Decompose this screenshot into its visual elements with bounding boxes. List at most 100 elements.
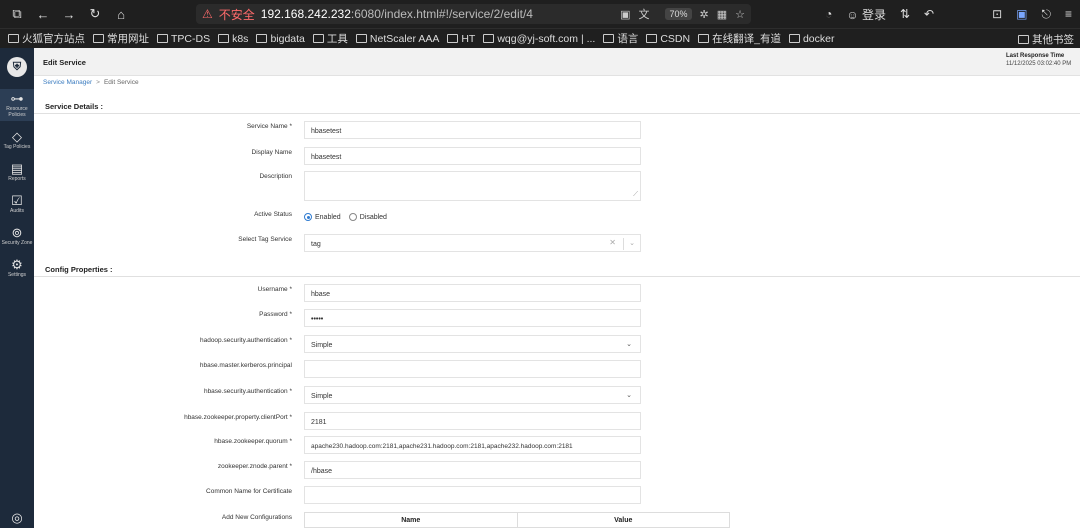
bookmark-item[interactable]: NetScaler AAA: [355, 33, 439, 45]
security-zone-icon: ⊚: [11, 225, 23, 240]
sidebar-item-audits[interactable]: ☑ Audits: [0, 191, 34, 217]
enabled-radio[interactable]: [304, 213, 312, 221]
bookmark-item[interactable]: docker: [788, 32, 835, 45]
zk-port-label: hbase.zookeeper.property.clientPort *: [184, 414, 292, 421]
username-input[interactable]: hbase: [304, 284, 641, 302]
zk-parent-label: zookeeper.znode.parent *: [217, 463, 292, 470]
url-path: :6080/index.html#!/service/2/edit/4: [350, 7, 533, 21]
folder-icon: [698, 34, 710, 43]
chevron-down-icon[interactable]: ⌄: [626, 391, 632, 399]
bookmark-item[interactable]: 常用网址: [93, 31, 149, 46]
address-bar[interactable]: ⚠ 不安全 192.168.242.232:6080/index.html#!/…: [196, 4, 751, 24]
sidebar-item-tag-policies[interactable]: ◇ Tag Policies: [0, 127, 34, 153]
bookmark-label: 在线翻译_有道: [712, 33, 781, 45]
forward-icon[interactable]: →: [60, 5, 78, 23]
bookmark-item[interactable]: k8s: [218, 33, 248, 45]
last-response: Last Response Time 11/12/2025 03:02:40 P…: [1006, 53, 1078, 67]
bookmark-item[interactable]: 工具: [312, 31, 348, 46]
zk-parent-input[interactable]: /hbase: [304, 461, 641, 479]
bookmark-item[interactable]: 火狐官方站点: [8, 31, 85, 46]
service-name-label: Service Name *: [246, 123, 292, 130]
translate-icon[interactable]: 文: [638, 6, 649, 22]
zoom-level[interactable]: 70%: [665, 8, 692, 20]
password-input[interactable]: •••••: [304, 309, 641, 327]
bookmark-label: bigdata: [270, 32, 305, 45]
resource-policies-icon: ⊶: [10, 91, 24, 106]
clear-icon[interactable]: ✕: [609, 238, 616, 247]
bookmark-item[interactable]: 在线翻译_有道: [698, 31, 781, 46]
service-name-input[interactable]: hbasetest: [304, 121, 641, 139]
bookmark-item[interactable]: TPC-DS: [157, 33, 210, 45]
undo-icon[interactable]: ↶: [924, 7, 934, 21]
chevron-down-icon[interactable]: ⌄: [629, 239, 635, 247]
sidebar-item-label: Tag Policies: [3, 144, 31, 150]
extension-badge-icon[interactable]: ▣: [1016, 7, 1027, 21]
zk-port-input[interactable]: 2181: [304, 412, 641, 430]
display-name-row: Display Name hbasetest: [34, 147, 1080, 167]
last-response-label: Last Response Time: [1006, 53, 1065, 59]
last-response-time: 11/12/2025 03:02:40 PM: [1006, 61, 1072, 67]
profile-button[interactable]: ☺ 登录: [846, 6, 886, 23]
username-row: Username * hbase: [34, 284, 1080, 304]
bookmark-label: HT: [461, 32, 476, 45]
insecure-icon[interactable]: ⚠: [202, 7, 213, 21]
zk-quorum-row: hbase.zookeeper.quorum * apache230.hadoo…: [34, 436, 1080, 456]
resize-grip-icon[interactable]: ⟋: [633, 191, 638, 199]
common-name-input[interactable]: [304, 486, 641, 504]
bookmark-item[interactable]: 语言: [603, 31, 638, 46]
sidebar-item-security-zone[interactable]: ⊚ Security Zone: [0, 223, 34, 249]
enabled-label[interactable]: Enabled: [315, 214, 341, 221]
disabled-radio[interactable]: [348, 213, 357, 221]
qr-code-icon[interactable]: ▦: [717, 8, 727, 21]
sidebar-item-reports[interactable]: ▤ Reports: [0, 159, 34, 185]
tag-service-select[interactable]: tag ✕ ⌄: [304, 234, 641, 252]
config-col-value: Value: [614, 517, 633, 524]
reload-icon[interactable]: ↻: [86, 5, 104, 23]
insecure-label: 不安全: [218, 7, 255, 22]
description-textarea[interactable]: ⟋: [304, 171, 641, 201]
bookmark-item[interactable]: CSDN: [646, 33, 690, 45]
folder-icon: [603, 34, 615, 43]
chevron-down-icon[interactable]: ⌄: [626, 340, 632, 348]
bookmark-item[interactable]: bigdata: [256, 32, 305, 45]
sidebar-item-label: Settings: [7, 272, 27, 278]
sidebar-item-settings[interactable]: ⚙ Settings: [0, 255, 34, 281]
bookmark-label: docker: [802, 32, 835, 45]
hbase-principal-input[interactable]: [304, 360, 641, 378]
other-bookmarks[interactable]: 其他书签: [1018, 32, 1074, 47]
bookmark-item[interactable]: wqg@yj-soft.com | ...: [483, 33, 595, 45]
config-properties-header: Config Properties :: [34, 261, 1080, 277]
bookmarks-bar: 火狐官方站点 常用网址 TPC-DS k8s bigdata 工具 NetScaler AA…: [0, 28, 1080, 48]
hadoop-auth-select[interactable]: Simple ⌄: [304, 335, 641, 353]
pin-icon[interactable]: ⇅: [900, 7, 910, 21]
user-profile-icon[interactable]: ◎: [0, 510, 34, 526]
hbase-principal-row: hbase.master.kerberos.principal: [34, 360, 1080, 380]
ranger-logo-icon[interactable]: ⛨: [7, 57, 27, 77]
config-table-header: Name Value: [304, 512, 730, 528]
screenshot-icon[interactable]: ⊡: [992, 7, 1002, 21]
folder-icon: [157, 34, 168, 43]
back-icon[interactable]: ←: [34, 5, 52, 23]
hbase-auth-select[interactable]: Simple ⌄: [304, 386, 641, 404]
sidebar-item-resource-policies[interactable]: ⊶ Resource Policies: [0, 89, 34, 121]
zk-quorum-input[interactable]: apache230.hadoop.com:2181,apache231.hado…: [304, 436, 641, 454]
browser-toolbar: ⧉ ← → ↻ ⌂ ⚠ 不安全 192.168.242.232:6080/ind…: [0, 0, 1080, 28]
display-name-input[interactable]: hbasetest: [304, 147, 641, 165]
service-name-row: Service Name * hbasetest: [34, 121, 1080, 141]
disabled-label[interactable]: Disabled: [360, 214, 387, 221]
common-name-row: Common Name for Certificate: [34, 486, 1080, 506]
menu-icon[interactable]: ≡: [1065, 7, 1072, 21]
timer-icon[interactable]: ◔: [825, 7, 832, 21]
home-icon[interactable]: ⌂: [112, 5, 130, 23]
tag-service-label: Select Tag Service: [238, 236, 292, 243]
reader-view-icon[interactable]: ▣: [620, 8, 630, 21]
bookmark-label: 火狐官方站点: [22, 33, 85, 45]
sidebar-item-label: Audits: [10, 208, 24, 214]
extension-icon[interactable]: ✲: [700, 8, 709, 21]
breadcrumb-service-manager[interactable]: Service Manager: [43, 79, 92, 86]
folder-icon: [93, 34, 104, 43]
bookmark-item[interactable]: HT: [447, 33, 475, 45]
bookmark-star-icon[interactable]: ☆: [735, 8, 745, 21]
tab-overview-icon[interactable]: ⧉: [8, 5, 26, 23]
share-icon[interactable]: ⎋: [1041, 7, 1051, 22]
